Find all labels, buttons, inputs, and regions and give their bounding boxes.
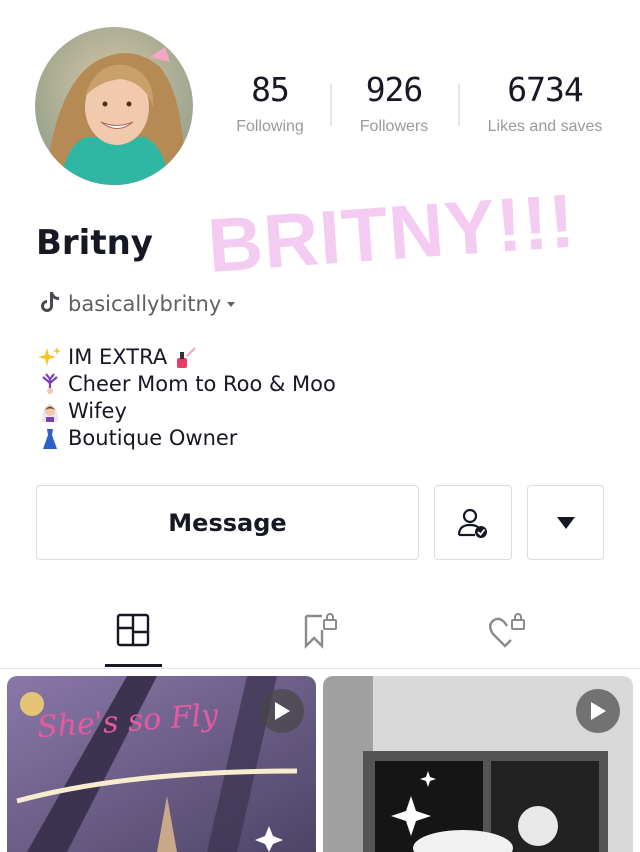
username-row[interactable]: basicallybritny [38,290,236,318]
bio-text: Wifey [68,399,127,423]
message-button[interactable]: Message [36,485,419,560]
bio-line: IM EXTRA [38,344,336,371]
chevron-down-icon [227,301,236,307]
tiktok-logo-icon [38,290,60,318]
tab-saved[interactable] [280,598,360,666]
display-name: Britny [36,223,153,263]
dress-icon [43,428,57,449]
stat-following[interactable]: 85 Following [200,68,340,136]
more-options-button[interactable] [527,485,604,560]
bio-text: Boutique Owner [68,426,238,450]
bio: IM EXTRA Cheer Mom to Roo & Moo Wifey Bo… [38,344,336,452]
overlay-text: BRITNY!!! [205,178,578,289]
likes-count: 6734 [507,70,583,109]
bio-line: Boutique Owner [38,425,336,452]
play-button[interactable] [576,689,620,733]
tab-videos[interactable] [93,598,173,666]
stat-likes[interactable]: 6734 Likes and saves [475,68,615,136]
followers-count: 926 [365,70,424,109]
video-thumbnail[interactable]: She's so Fly [7,676,316,852]
avatar[interactable] [35,27,193,185]
following-status-button[interactable] [434,485,512,560]
active-tab-indicator [105,664,162,667]
play-button[interactable] [260,689,304,733]
content-tabs [0,598,640,669]
bio-line: Cheer Mom to Roo & Moo [38,371,336,398]
sparkles-icon [38,346,61,366]
bride-icon [42,403,58,422]
following-count: 85 [251,70,290,109]
liked-locked-icon [489,613,525,648]
followers-label: Followers [359,118,429,135]
likes-label: Likes and saves [487,118,603,135]
bio-line: Wifey [38,398,336,425]
stat-divider [458,84,460,126]
bio-text: Cheer Mom to Roo & Moo [68,372,336,396]
bio-text: IM EXTRA [68,345,168,369]
tab-liked[interactable] [466,598,546,666]
videos-grid-icon [116,613,150,647]
stat-followers[interactable]: 926 Followers [324,68,464,136]
nail-polish-icon [177,346,196,368]
cartwheel-icon [42,372,58,394]
saved-locked-icon [304,613,337,649]
triangle-down-icon [556,516,575,529]
play-icon [591,702,606,720]
following-label: Following [236,118,304,135]
play-icon [275,702,290,720]
username: basicallybritny [68,292,222,316]
video-thumbnail[interactable] [323,676,633,852]
user-check-icon [457,508,487,538]
profile-stats: 85 Following 926 Followers 6734 Likes an… [200,68,640,148]
